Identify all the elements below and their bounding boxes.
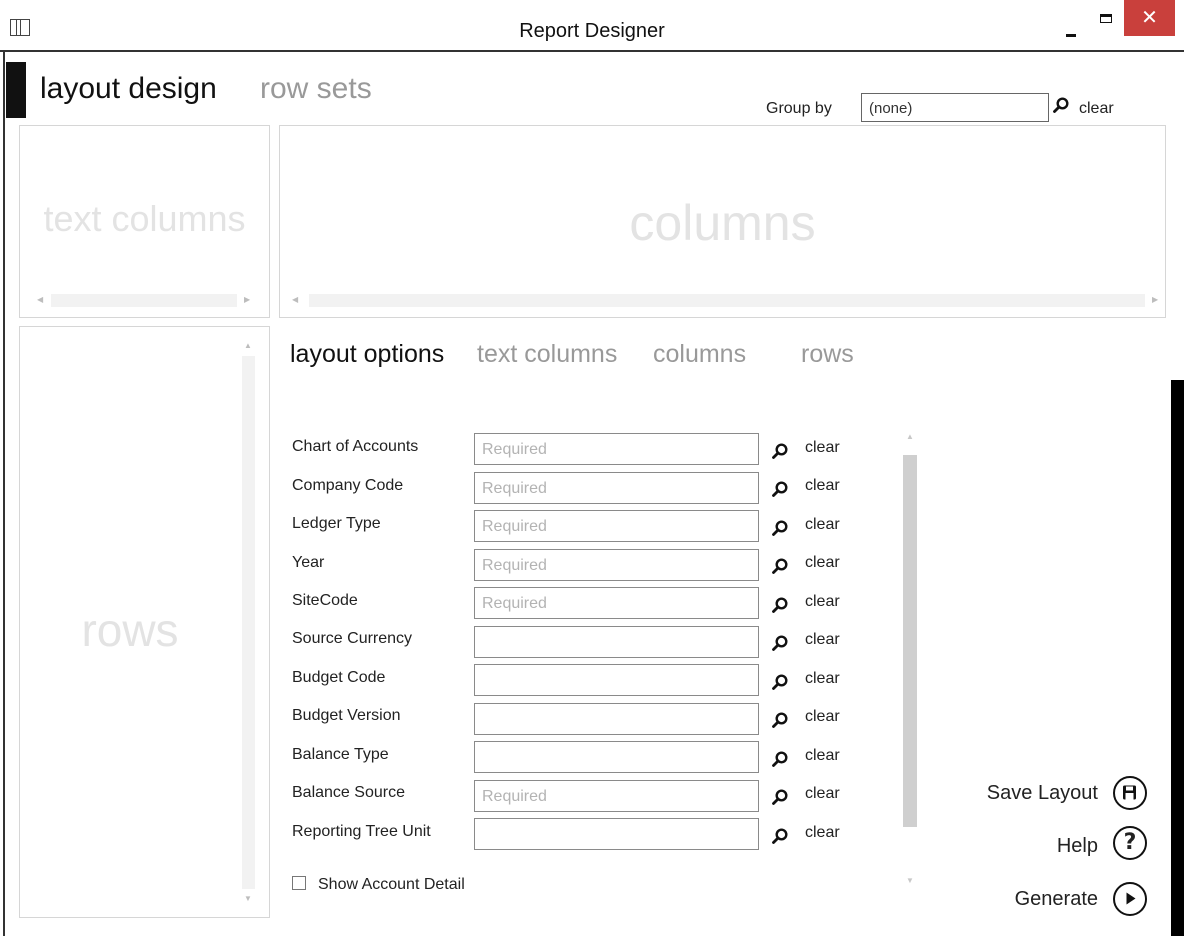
- company-code-field[interactable]: Required: [474, 472, 759, 504]
- active-tab-marker: [6, 62, 26, 118]
- budget-code-clear-button[interactable]: clear: [805, 670, 840, 688]
- tab-layout-options[interactable]: layout options: [290, 340, 444, 369]
- tab-columns[interactable]: columns: [653, 340, 746, 369]
- search-icon[interactable]: [772, 751, 788, 767]
- reporting-tree-unit-label: Reporting Tree Unit: [292, 823, 431, 840]
- balance-type-clear-button[interactable]: clear: [805, 747, 840, 765]
- vertical-scrollbar[interactable]: [242, 356, 255, 889]
- horizontal-scrollbar[interactable]: [51, 294, 237, 307]
- search-icon[interactable]: [772, 789, 788, 805]
- budget-code-field[interactable]: [474, 664, 759, 696]
- reporting-tree-unit-clear-button[interactable]: clear: [805, 824, 840, 842]
- group-by-clear-button[interactable]: clear: [1079, 100, 1114, 118]
- search-icon[interactable]: [772, 712, 788, 728]
- ledger-type-label: Ledger Type: [292, 515, 381, 532]
- balance-source-label: Balance Source: [292, 784, 405, 801]
- chart-of-accounts-field[interactable]: Required: [474, 433, 759, 465]
- scroll-up-icon[interactable]: ▲: [906, 432, 914, 441]
- tab-row-sets[interactable]: row sets: [260, 72, 372, 106]
- right-edge-bar: [1171, 380, 1184, 936]
- horizontal-scrollbar[interactable]: [309, 294, 1145, 307]
- window-title: Report Designer: [519, 20, 665, 42]
- columns-watermark: columns: [629, 195, 816, 251]
- tab-rows[interactable]: rows: [801, 340, 854, 369]
- save-layout-label[interactable]: Save Layout: [960, 782, 1098, 805]
- group-by-input[interactable]: (none): [861, 93, 1049, 122]
- window-frame: [3, 50, 5, 936]
- scroll-left-icon[interactable]: ◀: [37, 295, 43, 304]
- chart-of-accounts-clear-button[interactable]: clear: [805, 439, 840, 457]
- scroll-right-icon[interactable]: ▶: [244, 295, 250, 304]
- source-currency-label: Source Currency: [292, 630, 413, 647]
- search-icon[interactable]: [772, 828, 788, 844]
- balance-type-field[interactable]: [474, 741, 759, 773]
- balance-type-label: Balance Type: [292, 746, 389, 763]
- budget-version-label: Budget Version: [292, 707, 401, 724]
- search-icon[interactable]: [772, 674, 788, 690]
- columns-panel[interactable]: columns ◀ ▶: [279, 125, 1166, 318]
- balance-source-field[interactable]: Required: [474, 780, 759, 812]
- scroll-left-icon[interactable]: ◀: [292, 295, 298, 304]
- chart-of-accounts-label: Chart of Accounts: [292, 438, 419, 455]
- ledger-type-field[interactable]: Required: [474, 510, 759, 542]
- search-icon[interactable]: [772, 597, 788, 613]
- sitecode-label: SiteCode: [292, 592, 358, 609]
- help-label[interactable]: Help: [960, 835, 1098, 858]
- rows-panel[interactable]: rows ▲ ▼: [19, 326, 270, 918]
- play-icon[interactable]: [1113, 882, 1147, 916]
- budget-version-clear-button[interactable]: clear: [805, 708, 840, 726]
- search-icon[interactable]: [772, 635, 788, 651]
- balance-source-clear-button[interactable]: clear: [805, 785, 840, 803]
- company-code-clear-button[interactable]: clear: [805, 477, 840, 495]
- scroll-right-icon[interactable]: ▶: [1152, 295, 1158, 304]
- ledger-type-clear-button[interactable]: clear: [805, 516, 840, 534]
- budget-code-label: Budget Code: [292, 669, 386, 686]
- close-button[interactable]: ✕: [1124, 0, 1175, 36]
- scroll-down-icon[interactable]: ▼: [244, 894, 252, 903]
- year-label: Year: [292, 554, 325, 571]
- search-icon[interactable]: [772, 558, 788, 574]
- year-clear-button[interactable]: clear: [805, 554, 840, 572]
- tab-text-columns[interactable]: text columns: [477, 340, 617, 369]
- maximize-button[interactable]: [1090, 8, 1122, 38]
- options-scrollbar-thumb[interactable]: [903, 455, 917, 827]
- search-icon[interactable]: [772, 443, 788, 459]
- text-columns-panel[interactable]: text columns ◀ ▶: [19, 125, 270, 318]
- search-icon[interactable]: [772, 481, 788, 497]
- tab-layout-design[interactable]: layout design: [40, 72, 217, 106]
- group-by-label: Group by: [766, 100, 832, 117]
- scroll-up-icon[interactable]: ▲: [244, 341, 252, 350]
- source-currency-field[interactable]: [474, 626, 759, 658]
- show-account-detail-label[interactable]: Show Account Detail: [318, 876, 465, 894]
- search-icon[interactable]: [772, 520, 788, 536]
- sitecode-field[interactable]: Required: [474, 587, 759, 619]
- minimize-button[interactable]: [1055, 8, 1087, 38]
- search-icon[interactable]: [1053, 97, 1069, 113]
- scroll-down-icon[interactable]: ▼: [906, 876, 914, 885]
- sitecode-clear-button[interactable]: clear: [805, 593, 840, 611]
- budget-version-field[interactable]: [474, 703, 759, 735]
- text-columns-watermark: text columns: [43, 198, 246, 239]
- reporting-tree-unit-field[interactable]: [474, 818, 759, 850]
- question-icon[interactable]: ?: [1113, 826, 1147, 860]
- show-account-detail-checkbox[interactable]: [292, 876, 306, 890]
- source-currency-clear-button[interactable]: clear: [805, 631, 840, 649]
- floppy-disk-icon[interactable]: [1113, 776, 1147, 810]
- generate-label[interactable]: Generate: [960, 888, 1098, 911]
- year-field[interactable]: Required: [474, 549, 759, 581]
- company-code-label: Company Code: [292, 477, 404, 494]
- rows-watermark: rows: [81, 604, 179, 656]
